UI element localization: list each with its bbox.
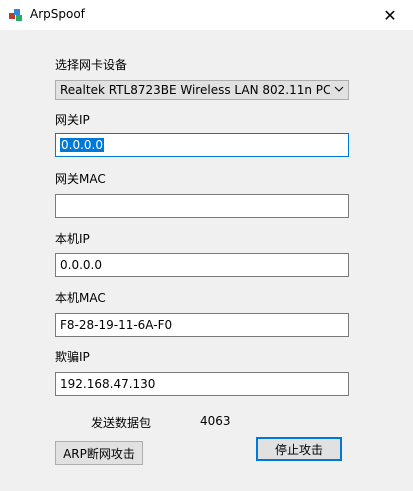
adapter-selected-value: Realtek RTL8723BE Wireless LAN 802.11n P…	[60, 83, 330, 97]
gateway-ip-value: 0.0.0.0	[60, 138, 104, 152]
local-mac-label: 本机MAC	[55, 291, 106, 305]
app-icon	[9, 9, 22, 21]
packets-label: 发送数据包	[91, 416, 152, 430]
local-ip-input[interactable]: 0.0.0.0	[55, 253, 349, 277]
close-icon: ✕	[383, 5, 397, 25]
spoof-ip-label: 欺骗IP	[55, 350, 90, 364]
gateway-mac-input[interactable]	[55, 194, 349, 218]
adapter-select[interactable]: Realtek RTL8723BE Wireless LAN 802.11n P…	[55, 80, 349, 100]
arp-attack-button[interactable]: ARP断网攻击	[55, 441, 143, 465]
local-ip-label: 本机IP	[55, 232, 90, 246]
arp-attack-button-label: ARP断网攻击	[63, 446, 135, 461]
spoof-ip-input[interactable]: 192.168.47.130	[55, 372, 349, 396]
gateway-ip-label: 网关IP	[55, 113, 90, 127]
close-button[interactable]: ✕	[367, 0, 413, 30]
gateway-ip-input[interactable]: 0.0.0.0	[55, 133, 349, 157]
local-mac-value: F8-28-19-11-6A-F0	[60, 318, 173, 332]
chevron-down-icon	[334, 83, 344, 98]
window-title: ArpSpoof	[30, 7, 85, 21]
stop-attack-button[interactable]: 停止攻击	[256, 437, 342, 461]
local-mac-input[interactable]: F8-28-19-11-6A-F0	[55, 313, 349, 337]
title-bar: ArpSpoof ✕	[0, 0, 413, 30]
stop-attack-button-label: 停止攻击	[274, 442, 323, 457]
adapter-label: 选择网卡设备	[55, 58, 128, 72]
gateway-mac-label: 网关MAC	[55, 172, 106, 186]
local-ip-value: 0.0.0.0	[60, 258, 102, 272]
spoof-ip-value: 192.168.47.130	[60, 377, 156, 391]
packets-count: 4063	[200, 414, 231, 428]
